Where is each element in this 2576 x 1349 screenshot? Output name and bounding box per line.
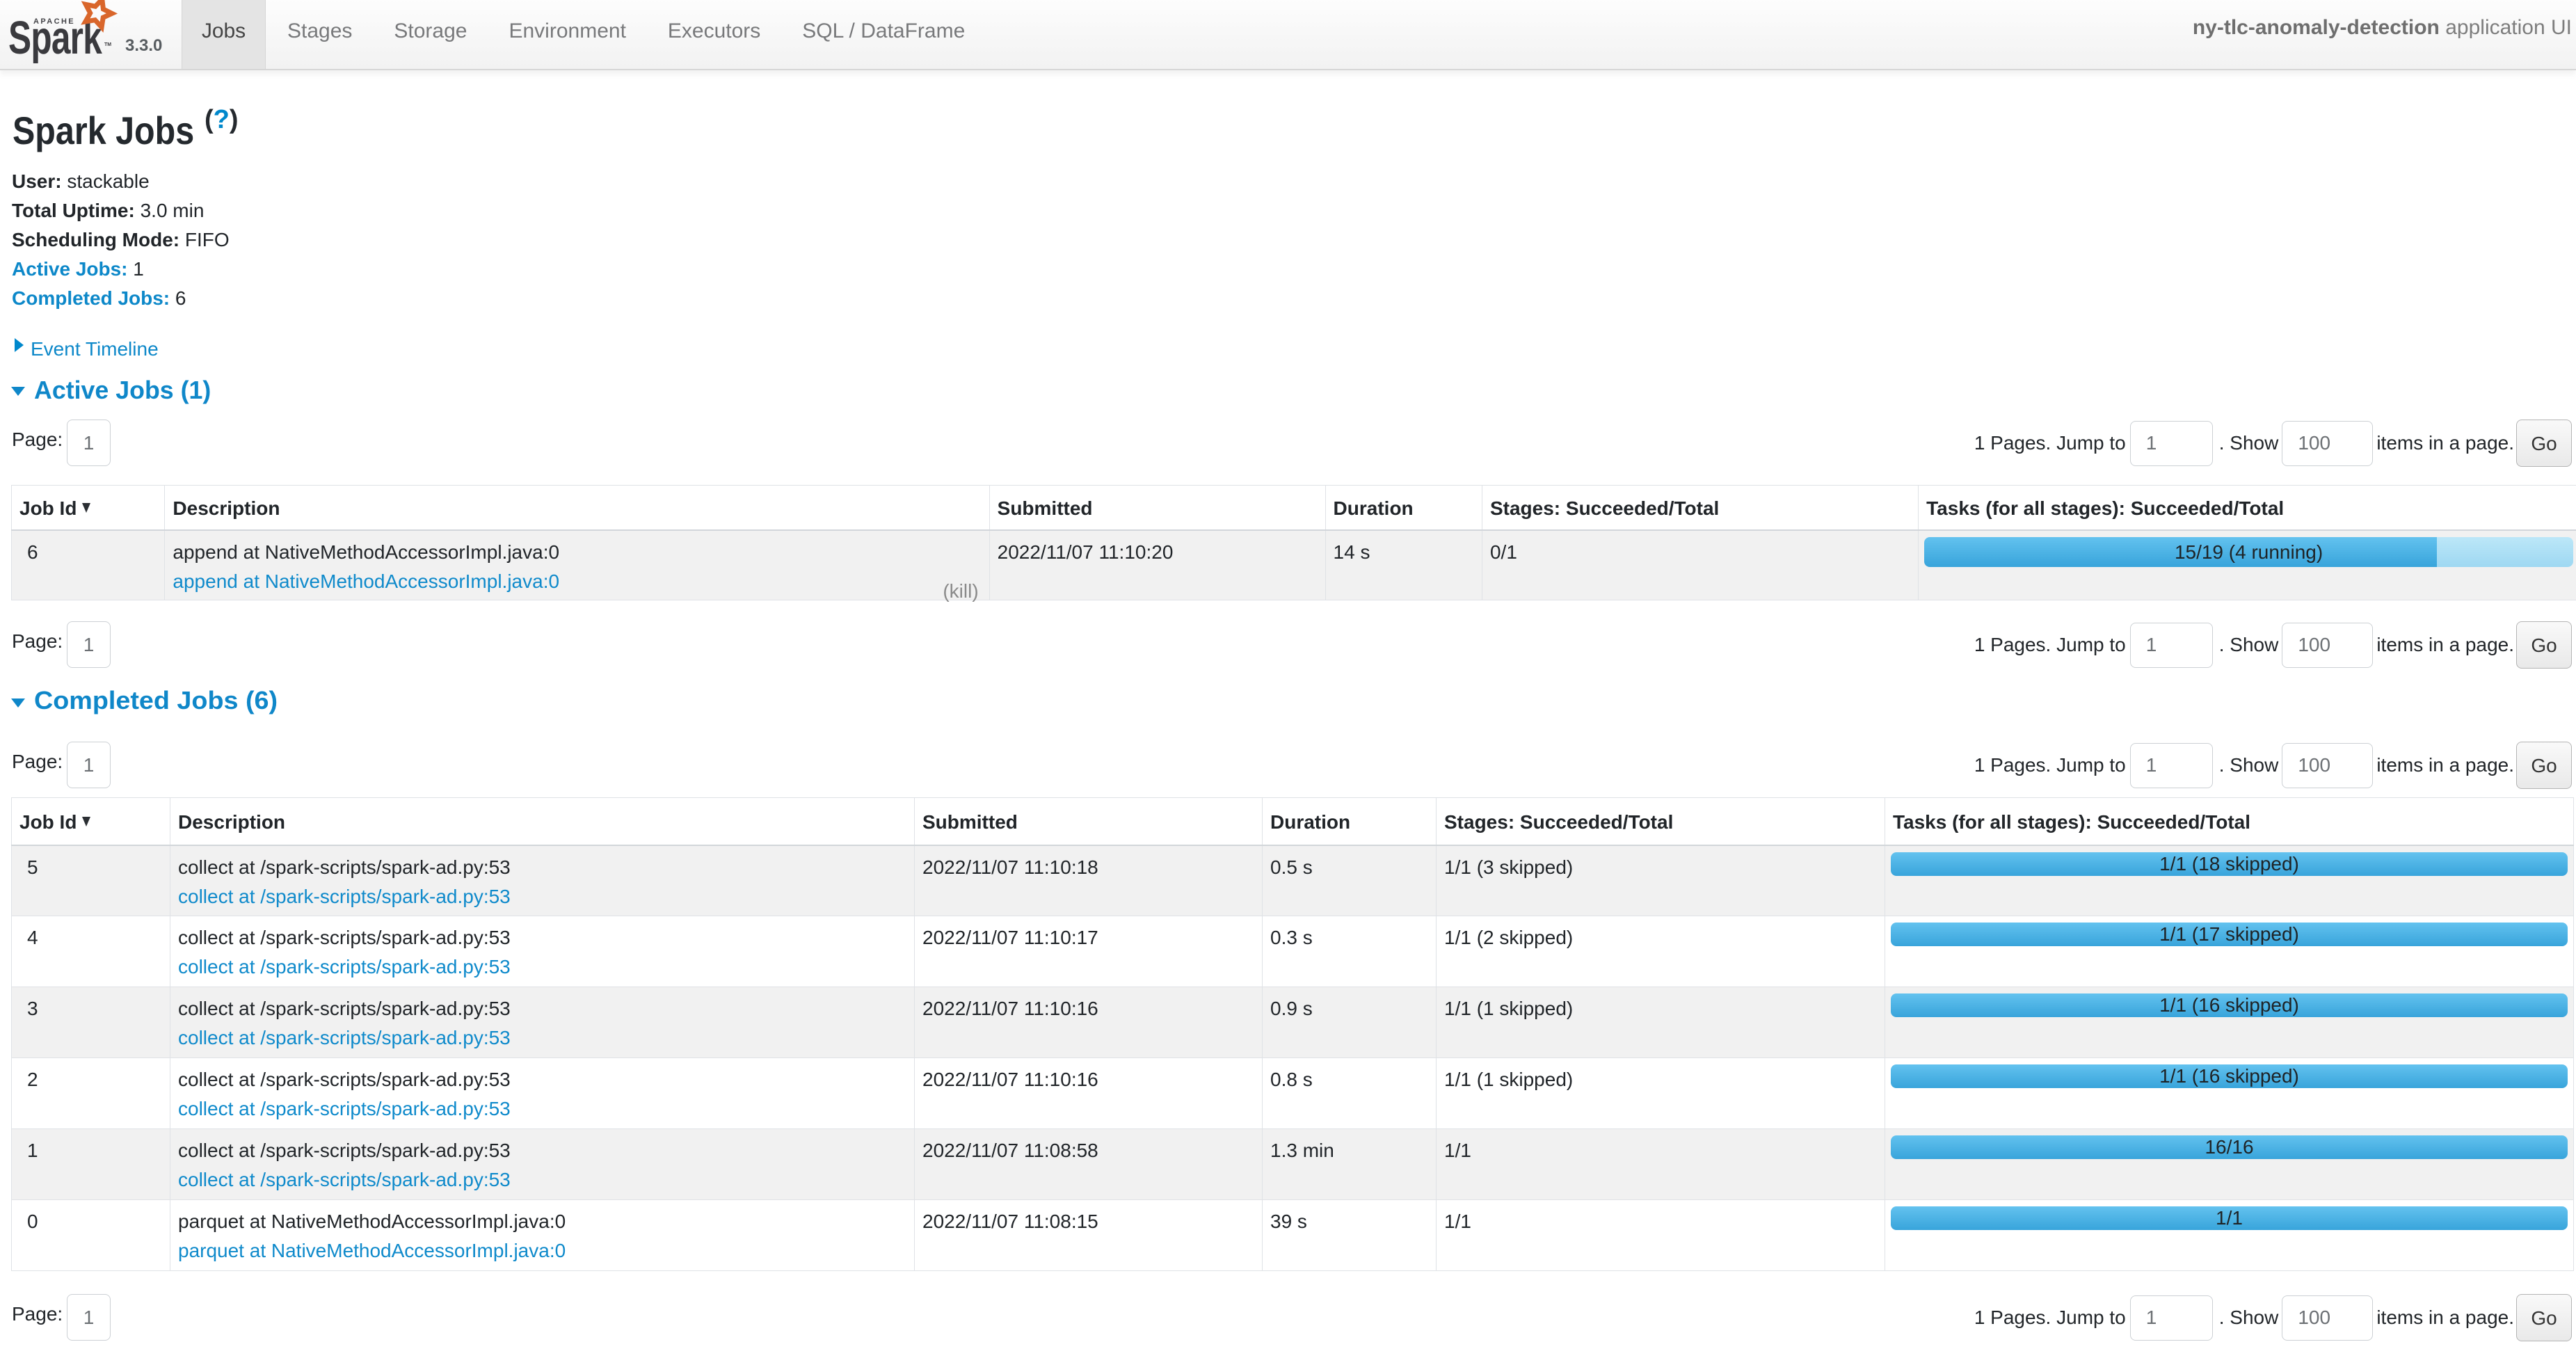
svg-text:TM: TM	[104, 42, 111, 47]
